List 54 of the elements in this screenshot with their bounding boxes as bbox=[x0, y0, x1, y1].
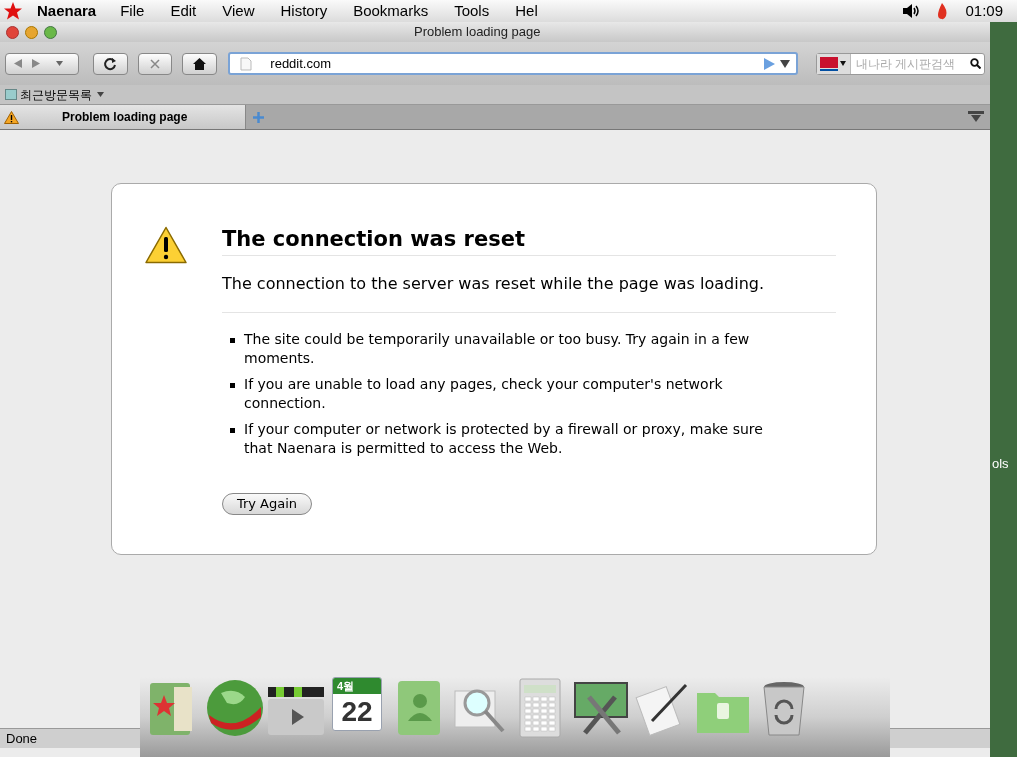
menu-item[interactable]: Hel bbox=[515, 0, 538, 23]
globe-icon[interactable] bbox=[205, 677, 265, 739]
bullet-icon bbox=[230, 428, 235, 433]
menu-item[interactable]: History bbox=[280, 0, 328, 23]
bookmark-item[interactable]: 최근방문목록 bbox=[20, 85, 92, 104]
warning-icon bbox=[4, 110, 19, 124]
tab-list-icon[interactable] bbox=[968, 111, 984, 123]
page-icon bbox=[240, 56, 253, 71]
stop-button[interactable] bbox=[137, 52, 173, 75]
caret-icon[interactable] bbox=[97, 92, 104, 97]
calendar-icon[interactable]: 4월 22 bbox=[332, 677, 382, 731]
close-icon bbox=[150, 58, 161, 69]
menu-item[interactable]: Edit bbox=[170, 0, 197, 23]
tab[interactable]: Problem loading page bbox=[0, 105, 246, 129]
forward-icon[interactable] bbox=[32, 59, 40, 68]
error-message: The connection to the server was reset while the page was loading. bbox=[222, 272, 836, 313]
star-icon[interactable] bbox=[3, 1, 23, 21]
menu-item[interactable]: View bbox=[222, 0, 255, 23]
menu-item[interactable]: Bookmarks bbox=[353, 0, 429, 23]
address-field[interactable]: reddit.com bbox=[228, 52, 798, 75]
flag-icon[interactable] bbox=[820, 56, 839, 71]
speaker-icon[interactable] bbox=[901, 3, 922, 19]
search-input[interactable]: 내나라 게시판검색 bbox=[855, 54, 968, 73]
error-hint: If you are unable to load any pages, check your computer's network connection. bbox=[244, 375, 724, 413]
search-icon[interactable] bbox=[969, 58, 981, 69]
home-icon bbox=[193, 57, 207, 70]
dropdown-icon[interactable] bbox=[840, 61, 847, 66]
app-menu[interactable]: Naenara bbox=[37, 0, 97, 23]
search-field[interactable]: 내나라 게시판검색 bbox=[815, 52, 986, 75]
menu-item[interactable]: Tools bbox=[454, 0, 490, 23]
status-text: Done bbox=[6, 729, 38, 748]
window-title: Problem loading page bbox=[414, 23, 541, 42]
calendar-day: 22 bbox=[333, 694, 381, 730]
bullet-icon bbox=[230, 338, 235, 343]
back-icon[interactable] bbox=[14, 59, 22, 68]
desktop-label: ols bbox=[992, 455, 1009, 473]
calendar-month: 4월 bbox=[333, 678, 381, 694]
warning-icon bbox=[145, 226, 187, 264]
bullet-icon bbox=[230, 383, 235, 388]
try-again-button[interactable]: Try Again bbox=[222, 493, 312, 515]
zoom-icon[interactable] bbox=[44, 25, 57, 39]
home-button[interactable] bbox=[182, 52, 218, 75]
minimize-icon[interactable] bbox=[25, 25, 38, 39]
close-icon[interactable] bbox=[6, 25, 19, 39]
dropdown-icon[interactable] bbox=[779, 59, 790, 68]
error-hint: If your computer or network is protected by a firewall or proxy, make sure that Naenara is permitted to access the Web. bbox=[244, 420, 764, 458]
menu-item[interactable]: File bbox=[120, 0, 145, 23]
error-title: The connection was reset bbox=[222, 226, 836, 256]
reload-icon bbox=[103, 56, 118, 71]
reload-button[interactable] bbox=[92, 52, 128, 75]
back-forward-button[interactable] bbox=[5, 52, 79, 75]
clock: 01:09 bbox=[965, 0, 1003, 21]
url-text: reddit.com bbox=[270, 54, 333, 73]
error-hint: The site could be temporarily unavailable or too busy. Try again in a few moments. bbox=[244, 330, 751, 368]
